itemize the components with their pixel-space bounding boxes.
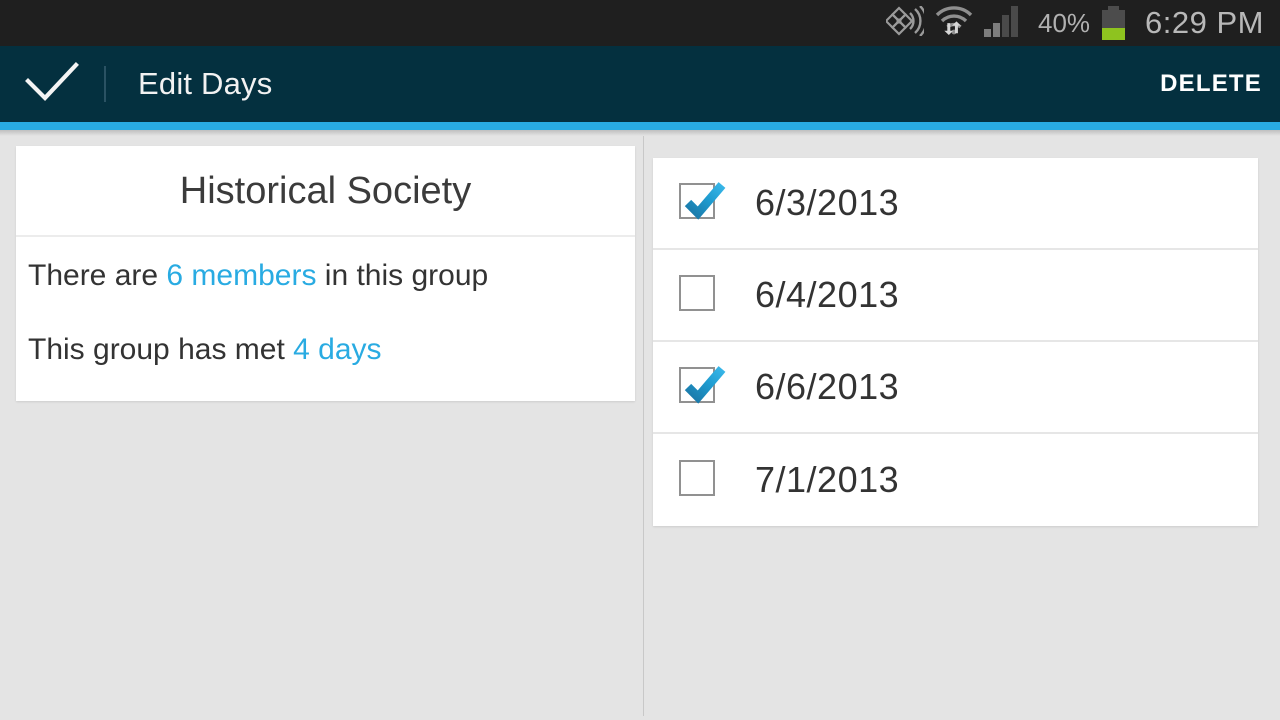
right-pane: 6/3/2013 6/4/2013 6/6/2013 7/1/2013 <box>643 136 1280 716</box>
checkmark-icon <box>677 175 729 227</box>
group-stats: There are 6 members in this group This g… <box>16 237 635 401</box>
members-stat: There are 6 members in this group <box>28 259 625 293</box>
action-bar-divider <box>104 66 106 102</box>
group-name: Historical Society <box>16 146 635 237</box>
accent-strip <box>0 122 1280 130</box>
date-label: 6/4/2013 <box>755 274 900 315</box>
days-count: 4 days <box>293 333 382 366</box>
cellular-signal-icon <box>984 5 1024 42</box>
days-stat: This group has met 4 days <box>28 333 625 367</box>
members-stat-prefix: There are <box>28 259 167 292</box>
date-label: 7/1/2013 <box>755 459 900 500</box>
checkbox-checked[interactable] <box>679 366 726 407</box>
checkmark-icon <box>25 61 79 108</box>
members-count: 6 members <box>166 259 317 292</box>
action-bar: Edit Days DELETE <box>0 46 1280 122</box>
checkbox-checked[interactable] <box>679 182 726 223</box>
done-button[interactable] <box>0 46 104 122</box>
wifi-transfer-icon <box>934 5 974 42</box>
checkmark-icon <box>677 359 729 411</box>
date-row[interactable]: 6/3/2013 <box>653 158 1258 250</box>
members-stat-suffix: in this group <box>316 259 489 292</box>
date-row[interactable]: 6/6/2013 <box>653 342 1258 434</box>
status-icon-group: 40% 6:29 PM <box>884 4 1264 42</box>
date-row[interactable]: 7/1/2013 <box>653 434 1258 526</box>
days-stat-prefix: This group has met <box>28 333 294 366</box>
group-info-card: Historical Society There are 6 members i… <box>16 146 635 401</box>
delete-button[interactable]: DELETE <box>1160 46 1262 122</box>
battery-percent-label: 40% <box>1038 7 1091 38</box>
screen-cast-icon <box>884 4 928 41</box>
checkbox-box <box>679 460 715 496</box>
status-bar: 40% 6:29 PM <box>0 0 1280 46</box>
page-title: Edit Days <box>138 66 273 101</box>
pane-divider <box>643 136 644 716</box>
status-clock: 6:29 PM <box>1145 5 1264 40</box>
date-label: 6/3/2013 <box>755 182 900 223</box>
content-area: Historical Society There are 6 members i… <box>0 136 1280 716</box>
date-label: 6/6/2013 <box>755 366 900 407</box>
date-list: 6/3/2013 6/4/2013 6/6/2013 7/1/2013 <box>653 158 1258 526</box>
battery-icon <box>1102 6 1126 40</box>
checkbox-box <box>679 275 715 311</box>
left-pane: Historical Society There are 6 members i… <box>0 136 643 716</box>
checkbox-unchecked[interactable] <box>679 275 719 315</box>
checkbox-unchecked[interactable] <box>679 460 719 500</box>
date-row[interactable]: 6/4/2013 <box>653 250 1258 342</box>
